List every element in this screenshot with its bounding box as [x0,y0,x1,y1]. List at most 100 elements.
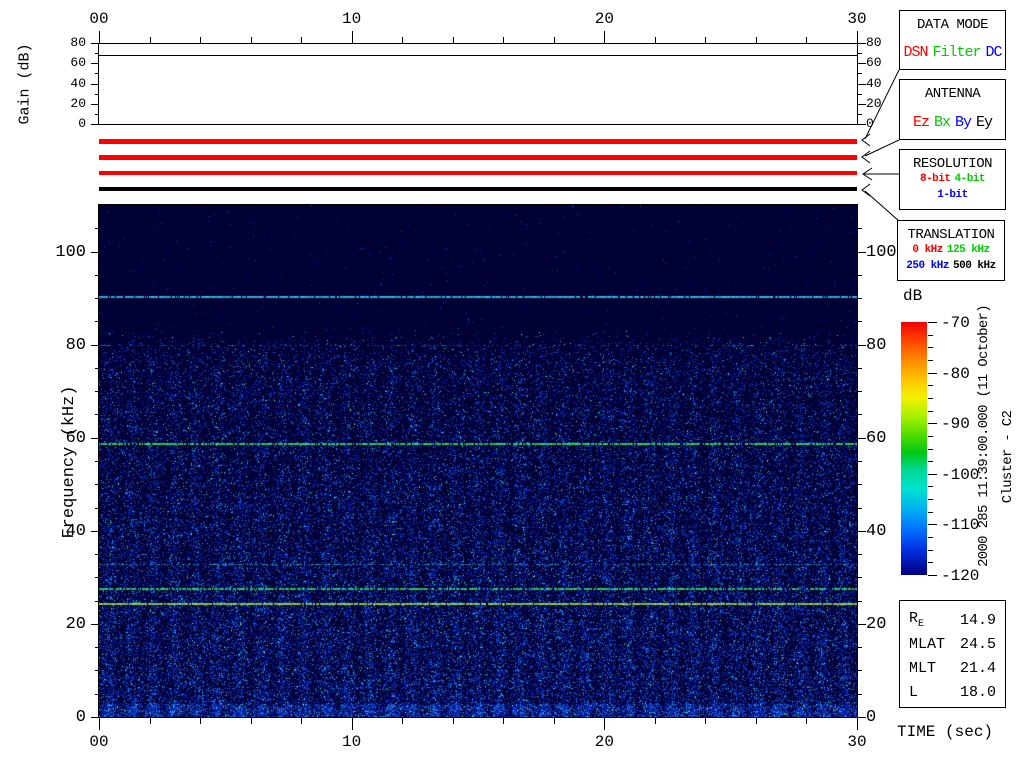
tick-label: 60 [866,428,887,448]
tick [99,718,100,730]
status-bar-resolution [99,171,857,175]
tick-label: 60 [70,55,86,71]
tick [453,718,454,724]
tick [604,31,605,43]
tick [91,252,99,253]
tick [928,335,933,336]
tick [858,414,862,415]
tick-label: 30 [847,10,867,28]
tick [99,31,100,43]
tick [95,461,99,462]
tick [858,275,862,276]
antenna-title: ANTENNA [924,86,981,102]
tick-label: 60 [866,55,882,71]
wbd-spectrogram-display: Gain (dB) Frequency (kHz) DATA MODE DSN F… [0,0,1024,768]
status-bar-data-mode [99,139,857,144]
tick [503,37,504,43]
tick [95,53,99,54]
tick-label: 20 [866,614,887,634]
tick [858,94,862,95]
tick [928,423,937,424]
legend-item: Bx [933,114,951,131]
tick [95,508,99,509]
tick-label: -100 [941,465,980,484]
tick-label: 20 [594,10,614,28]
ephemeris-value: 24.5 [959,635,996,653]
tick-label: -80 [941,364,970,383]
tick [604,718,605,730]
tick [655,718,656,724]
tick-label: 0 [866,116,874,131]
tick [928,449,933,450]
tick [858,63,866,64]
status-bar-antenna [99,155,857,160]
tick [928,512,933,513]
tick [858,321,862,322]
tick-label: 0 [78,116,86,131]
legend-item: 250 kHz [906,259,949,272]
tick [200,37,201,43]
tick [91,624,99,625]
tick [858,43,866,44]
tick [928,575,937,576]
arrowhead-data-mode [861,133,871,147]
frequency-axis-title: Frequency (kHz) [60,385,80,539]
legend-item: DSN [903,44,928,61]
ephemeris-row: MLAT 24.5 [900,632,1005,656]
tick [95,484,99,485]
translation-items: 0 kHz 125 kHz 250 kHz 500 kHz [901,244,1001,273]
tick [857,718,858,730]
ephemeris-row: MLT 21.4 [900,656,1005,680]
tick [858,647,862,648]
spectrogram-panel [98,204,858,718]
tick-label: 20 [866,95,882,111]
tick [858,554,862,555]
tick [928,562,933,563]
gain-axis-title: Gain (dB) [16,43,34,125]
tick [858,104,866,105]
tick-label: 80 [70,35,86,50]
legend-item: 4-bit [954,172,986,185]
tick [402,37,403,43]
tick [858,53,862,54]
tick [95,298,99,299]
tick [806,718,807,724]
tick [95,414,99,415]
tick [91,124,99,125]
tick [95,694,99,695]
ephemeris-value: 14.9 [959,611,996,629]
tick [858,670,862,671]
tick [554,37,555,43]
tick [95,601,99,602]
tick [655,37,656,43]
tick [95,94,99,95]
tick [858,252,866,253]
gain-line [99,55,857,56]
tick [858,624,866,625]
tick [858,577,862,578]
tick [858,298,862,299]
tick [554,718,555,724]
tick-label: 40 [866,75,882,91]
tick [91,43,99,44]
tick [858,484,862,485]
tick [928,524,937,525]
tick-label: 100 [866,242,897,262]
tick-label: 0 [75,708,86,727]
status-bar-translation [99,187,857,191]
tick [928,436,933,437]
tick [95,368,99,369]
tick [200,718,201,724]
tick-label: 00 [89,733,109,751]
tick [858,461,862,462]
tick [858,228,862,229]
tick [95,73,99,74]
tick-label: 80 [866,335,887,355]
resolution-items: 8-bit 4-bit 1-bit [903,173,1002,202]
arrow-translation [864,190,900,222]
tick-label: 00 [89,10,109,28]
tick [858,368,862,369]
spectrogram-canvas [99,205,857,717]
tick [858,84,866,85]
tick [95,554,99,555]
